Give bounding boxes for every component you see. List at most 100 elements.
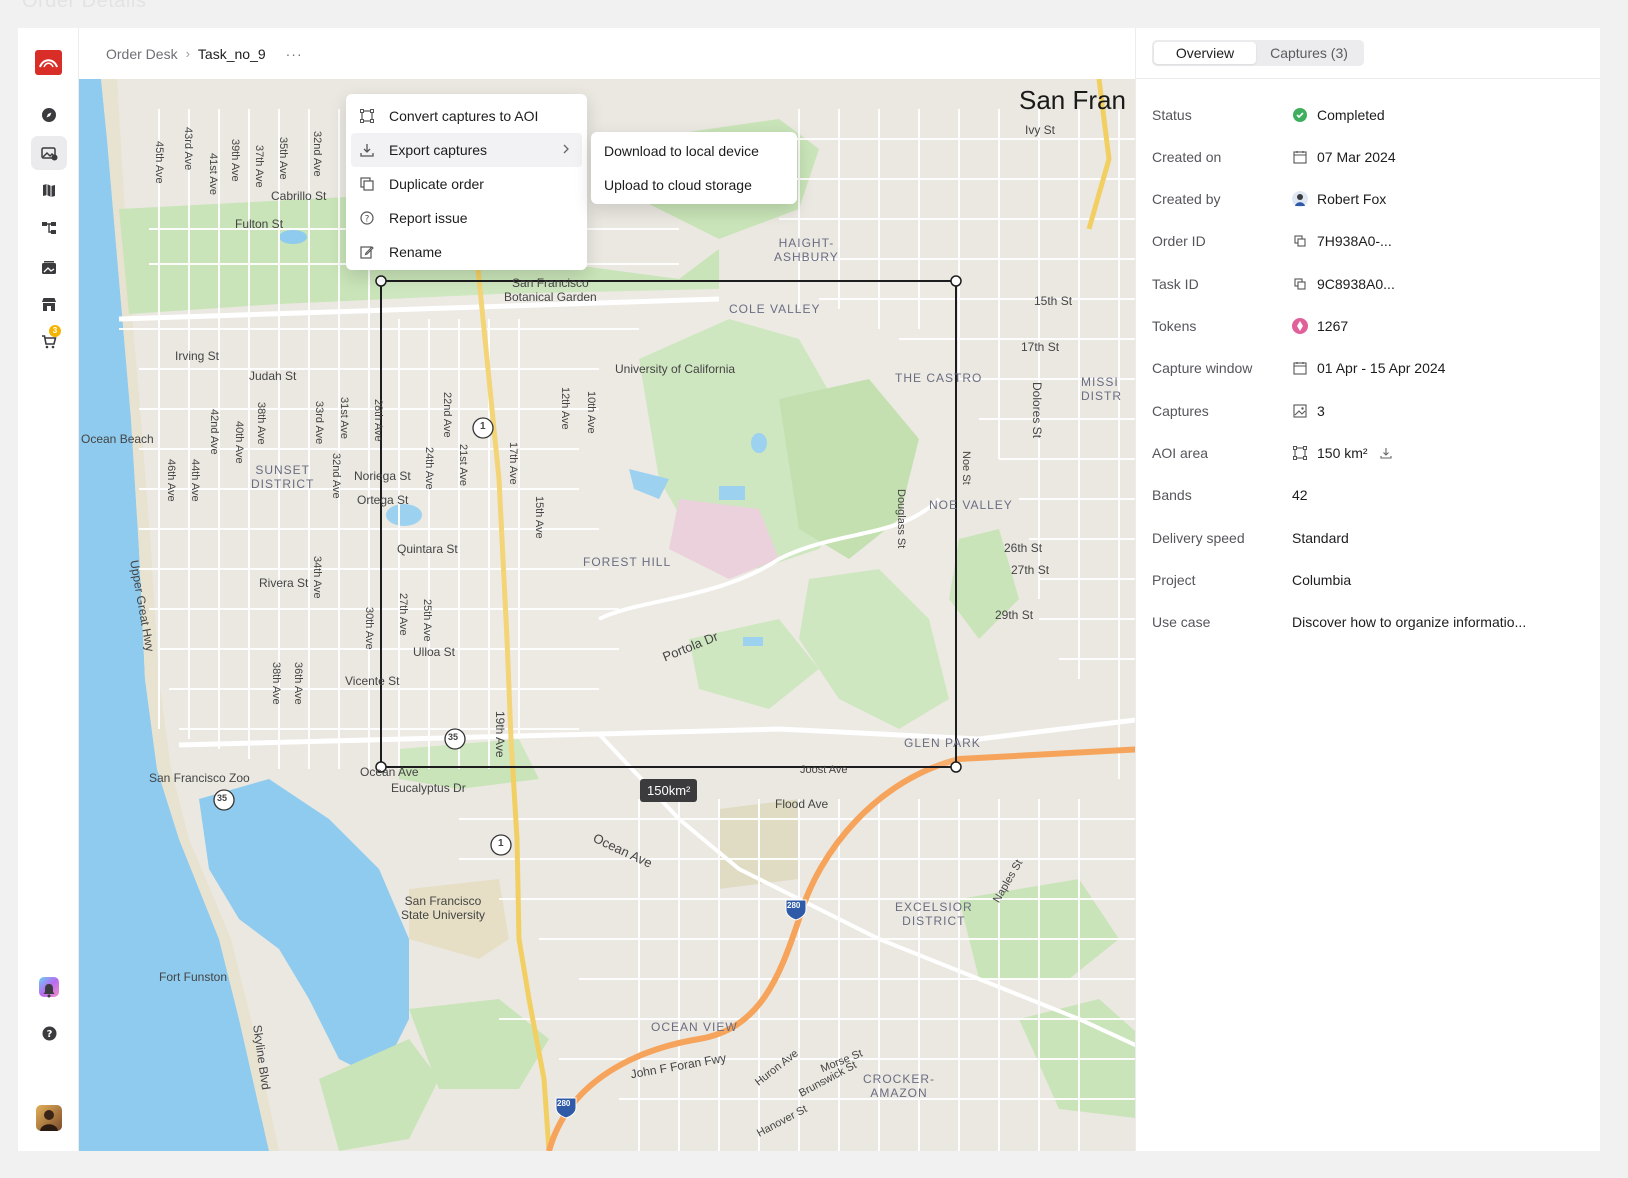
- map-label-excelsior: EXCELSIOR DISTRICT: [895, 900, 973, 928]
- gallery-icon[interactable]: [31, 250, 67, 284]
- map-label-sfsu: San Francisco State University: [401, 894, 486, 922]
- chevron-right-icon: [562, 142, 570, 158]
- copy-icon[interactable]: [1292, 276, 1308, 292]
- route-shield-1: 1: [480, 421, 486, 432]
- map-label-12th: 12th Ave: [559, 387, 571, 430]
- detail-row-capture-window: Capture window 01 Apr - 15 Apr 2024: [1152, 358, 1592, 378]
- more-options-button[interactable]: ···: [286, 46, 303, 62]
- menu-item-export[interactable]: Export captures: [351, 133, 582, 167]
- svg-text:?: ?: [365, 215, 370, 225]
- map-label-45th: 45th Ave: [153, 141, 165, 184]
- detail-row-tokens: Tokens 1267: [1152, 316, 1592, 336]
- bell-icon[interactable]: [31, 973, 67, 1007]
- detail-label: Created on: [1152, 149, 1222, 165]
- map-label-cabrillo: Cabrillo St: [271, 189, 327, 203]
- map-label-flood: Flood Ave: [775, 797, 829, 811]
- compass-icon[interactable]: [31, 98, 67, 132]
- detail-label: Status: [1152, 107, 1192, 123]
- user-avatar-icon: [1292, 191, 1308, 207]
- detail-row-created-on: Created on 07 Mar 2024: [1152, 147, 1592, 167]
- map-label-44th: 44th Ave: [189, 459, 201, 502]
- capture-window-value: 01 Apr - 15 Apr 2024: [1317, 360, 1446, 376]
- map-label-43rd: 43rd Ave: [182, 127, 194, 171]
- map-label-19th-ave: 19th Ave: [493, 711, 507, 758]
- map-label-cole: COLE VALLEY: [729, 302, 821, 316]
- route-shield-280: 280: [787, 901, 801, 910]
- menu-item-rename[interactable]: Rename: [351, 235, 582, 269]
- delivery-speed-value: Standard: [1292, 530, 1349, 546]
- map-label-15th-ave: 15th Ave: [533, 496, 545, 539]
- map-label-vicente: Vicente St: [345, 674, 400, 688]
- menu-item-label: Duplicate order: [389, 176, 484, 192]
- order-actions-menu: Convert captures to AOI Export captures …: [346, 94, 587, 270]
- captures-value: 3: [1317, 403, 1325, 419]
- detail-label: Capture window: [1152, 360, 1253, 376]
- map-label-dolores: Dolores St: [1030, 382, 1044, 439]
- map-label-39th: 39th Ave: [229, 139, 241, 182]
- cart-icon[interactable]: 3: [31, 324, 67, 358]
- detail-label: Captures: [1152, 403, 1209, 419]
- detail-label: Use case: [1152, 614, 1211, 630]
- project-value: Columbia: [1292, 572, 1352, 588]
- map-label-38th: 38th Ave: [255, 402, 267, 445]
- detail-label: Task ID: [1152, 276, 1199, 292]
- menu-item-duplicate[interactable]: Duplicate order: [351, 167, 582, 201]
- map-label-40th: 40th Ave: [233, 421, 245, 464]
- aoi-icon: [1292, 445, 1308, 461]
- detail-row-delivery-speed: Delivery speed Standard: [1152, 528, 1592, 548]
- menu-item-label: Report issue: [389, 210, 468, 226]
- workflow-icon[interactable]: [31, 211, 67, 245]
- detail-row-bands: Bands 42: [1152, 485, 1592, 505]
- calendar-icon: [1292, 149, 1308, 165]
- user-avatar[interactable]: [36, 1105, 62, 1131]
- copy-icon: [359, 176, 375, 192]
- edit-icon: [359, 244, 375, 260]
- help-icon[interactable]: ?: [31, 1016, 67, 1050]
- map-label-noe-st: Noe St: [960, 451, 972, 485]
- map-label-33rd: 33rd Ave: [313, 401, 325, 445]
- calendar-icon: [1292, 360, 1308, 376]
- map-label-28th: 28th Ave: [372, 399, 384, 442]
- map-label-35th: 35th Ave: [277, 137, 289, 180]
- chevron-right-icon: ›: [185, 46, 190, 61]
- sidebar: 3 ?: [18, 28, 79, 1151]
- menu-item-report[interactable]: ? Report issue: [351, 201, 582, 235]
- use-case-value: Discover how to organize informatio...: [1292, 614, 1527, 630]
- panel-tabs: Overview Captures (3): [1152, 40, 1364, 66]
- breadcrumb-root[interactable]: Order Desk: [106, 46, 178, 62]
- images-icon[interactable]: [31, 136, 67, 170]
- map-label-mission: MISSI DISTR: [1081, 375, 1122, 403]
- map-label-sunset: SUNSET DISTRICT: [251, 463, 315, 491]
- detail-label: Created by: [1152, 191, 1221, 207]
- detail-row-use-case: Use case Discover how to organize inform…: [1152, 612, 1592, 632]
- brand-logo[interactable]: [35, 50, 62, 75]
- task-id-value: 9C8938A0...: [1317, 276, 1395, 292]
- route-shield-280b: 280: [557, 1099, 571, 1108]
- map-icon[interactable]: [31, 173, 67, 207]
- download-icon[interactable]: [1380, 447, 1392, 459]
- map-label-30th: 30th Ave: [363, 607, 375, 650]
- store-icon[interactable]: [31, 287, 67, 321]
- map-label-32nd-b: 32nd Ave: [330, 453, 342, 499]
- map-label-38th-b: 38th Ave: [270, 662, 282, 705]
- copy-icon[interactable]: [1292, 233, 1308, 249]
- map-label-15th: 15th St: [1034, 294, 1073, 308]
- map-label-42nd: 42nd Ave: [208, 409, 220, 455]
- tab-overview[interactable]: Overview: [1154, 42, 1256, 64]
- menu-item-convert[interactable]: Convert captures to AOI: [351, 99, 582, 133]
- download-icon: [359, 142, 375, 158]
- menu-item-label: Export captures: [389, 142, 488, 158]
- map-label-fort-funston: Fort Funston: [159, 970, 228, 984]
- detail-label: Project: [1152, 572, 1196, 588]
- map-label-29th: 29th St: [995, 608, 1034, 622]
- submenu-item-upload[interactable]: Upload to cloud storage: [591, 168, 797, 202]
- map-label-ortega: Ortega St: [357, 493, 409, 507]
- submenu-item-download[interactable]: Download to local device: [591, 134, 797, 168]
- detail-label: AOI area: [1152, 445, 1209, 461]
- app-window: 3 ? Order Desk › Task_no_9 ··· San Fran …: [18, 28, 1600, 1151]
- aoi-icon: [359, 108, 375, 124]
- map-view[interactable]: San Fran Ivy St Cabrillo St Fulton St Sa…: [79, 79, 1144, 1151]
- tab-captures[interactable]: Captures (3): [1256, 42, 1362, 64]
- help-circle-icon: ?: [359, 210, 375, 226]
- map-label-ucal: University of California: [615, 362, 736, 376]
